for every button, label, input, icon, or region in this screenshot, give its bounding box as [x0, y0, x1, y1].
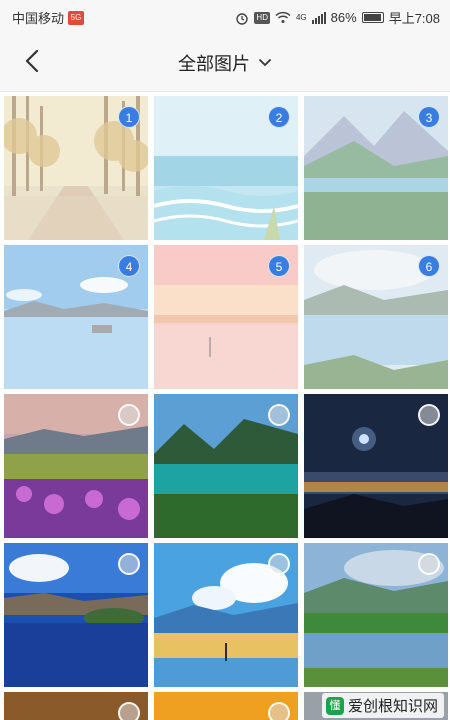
select-checkbox[interactable]	[118, 553, 140, 575]
clock: 早上7:08	[388, 11, 440, 26]
nav-bar: 全部图片	[0, 32, 450, 92]
select-checkbox[interactable]	[118, 702, 140, 720]
watermark-logo: 懂	[325, 696, 344, 715]
wifi-icon	[275, 11, 291, 23]
carrier-badge: 5G	[68, 10, 85, 25]
photo-thumbnail[interactable]: 4	[4, 245, 148, 389]
carrier-name: 中国移动	[12, 11, 65, 26]
selection-number-badge: 5	[268, 255, 290, 277]
status-bar: 中国移动 5G HD 4G 86% 早上7:08	[0, 0, 450, 32]
photo-thumbnail[interactable]	[304, 394, 448, 538]
status-icons: HD 4G 86% 早上7:08	[235, 8, 440, 27]
carrier-info: 中国移动 5G	[12, 8, 85, 27]
watermark-text: 爱创根知识网	[347, 697, 438, 715]
photo-thumbnail[interactable]	[154, 543, 298, 687]
selection-number-badge: 3	[418, 106, 440, 128]
photo-thumbnail[interactable]	[4, 394, 148, 538]
battery-icon	[361, 12, 384, 23]
chevron-down-icon	[259, 59, 271, 67]
album-selector[interactable]: 全部图片	[0, 50, 450, 76]
select-checkbox[interactable]	[418, 404, 440, 426]
select-checkbox[interactable]	[118, 404, 140, 426]
select-checkbox[interactable]	[418, 553, 440, 575]
selection-number-badge: 2	[268, 106, 290, 128]
selection-number-badge: 1	[118, 106, 140, 128]
photo-thumbnail[interactable]: 3	[304, 96, 448, 240]
photo-thumbnail[interactable]	[304, 543, 448, 687]
photo-thumbnail[interactable]: 6	[304, 245, 448, 389]
photo-thumbnail[interactable]	[4, 692, 148, 720]
photo-thumbnail[interactable]	[4, 543, 148, 687]
network-type: 4G	[295, 13, 307, 22]
selection-number-badge: 6	[418, 255, 440, 277]
page-title: 全部图片	[178, 54, 250, 75]
battery-percent: 86%	[330, 10, 357, 25]
signal-icon	[311, 11, 326, 24]
selection-number-badge: 4	[118, 255, 140, 277]
photo-thumbnail[interactable]	[154, 692, 298, 720]
select-checkbox[interactable]	[268, 553, 290, 575]
photo-thumbnail[interactable]: 5	[154, 245, 298, 389]
alarm-icon	[236, 12, 249, 25]
hd-badge: HD	[254, 11, 270, 24]
watermark: 懂 爱创根知识网	[321, 693, 444, 718]
select-checkbox[interactable]	[268, 404, 290, 426]
photo-thumbnail[interactable]	[154, 394, 298, 538]
photo-grid: 1 2 3 4 5 6	[4, 96, 448, 720]
photo-thumbnail[interactable]: 2	[154, 96, 298, 240]
photo-thumbnail[interactable]: 1	[4, 96, 148, 240]
select-checkbox[interactable]	[268, 702, 290, 720]
